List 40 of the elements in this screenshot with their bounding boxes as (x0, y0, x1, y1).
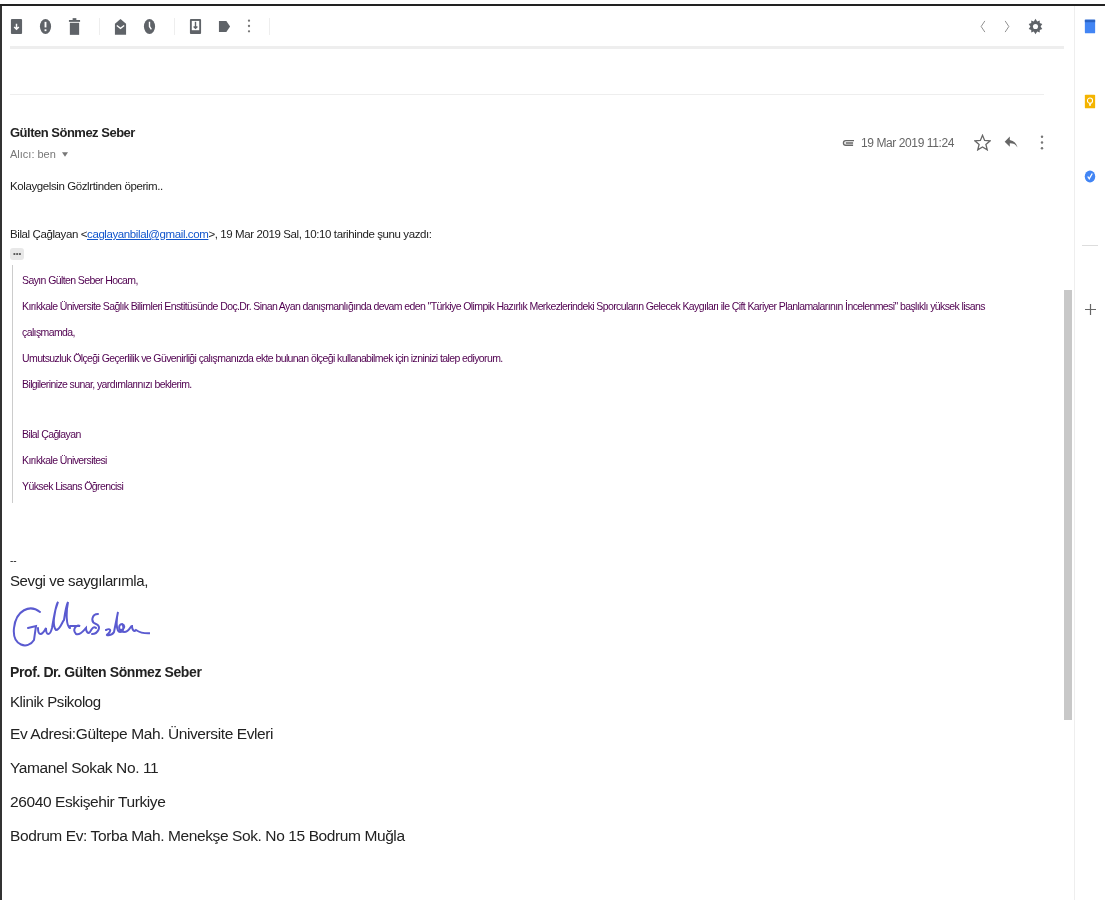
email-link[interactable]: caglayanbilal@gmail.com (87, 228, 209, 240)
archive-icon[interactable] (10, 17, 23, 35)
previous-icon[interactable] (979, 19, 987, 33)
show-trimmed-button[interactable]: ••• (10, 248, 25, 260)
recipient-label: Alıcı: ben (10, 148, 56, 160)
trash-icon[interactable] (68, 17, 81, 35)
quoted-text: Bilgilerinize sunar, yardımlarınızı beklerim. (22, 377, 192, 392)
closing-text: Sevgi ve saygılarımla, (10, 571, 148, 591)
signature-title: Klinik Psikolog (10, 692, 101, 712)
address-line: Yamanel Sokak No. 11 (10, 758, 159, 778)
quoted-signature-line: Yüksek Lisans Öğrencisi (22, 479, 124, 494)
envelope-icon[interactable] (114, 17, 127, 35)
calendar-icon[interactable] (1084, 18, 1096, 35)
quoted-signature-line: Kırıkkale Üniversitesi (22, 453, 107, 468)
quoted-text: Sayın Gülten Seber Hocam, (22, 273, 138, 288)
sender-name: Gülten Sönmez Seber (10, 125, 135, 140)
dropdown-icon[interactable] (61, 151, 68, 157)
signature-name: Prof. Dr. Gülten Sönmez Seber (10, 663, 202, 682)
attachment-icon (841, 137, 855, 148)
quoted-text: Kırıkkale Üniversite Sağlık Bilimleri Enstitüsünde Doç.Dr. Sinan Ayan danışmanlığında devam eden "Türkiye Olimpik Hazırlık Merkezlerindeki Sporcuların Gelecek Kaygıları ile Çift Kariyer Planlamalarının İncelenmesi" başlıklı yüksek lisans çalışmamda, (22, 299, 986, 340)
address-line: Bodrum Ev: Torba Mah. Menekşe Sok. No 15 Bodrum Muğla (10, 826, 405, 846)
settings-icon[interactable] (1027, 17, 1044, 35)
add-icon[interactable] (1084, 304, 1096, 315)
clock-icon[interactable] (143, 17, 156, 35)
quoted-text: Umutsuzluk Ölçeği Geçerlilik ve Güvenirliği çalışmanızda ekte bulunan ölçeği kullanabilmek için izninizi talep ediyorum. (22, 351, 503, 366)
more-icon[interactable] (1040, 134, 1044, 151)
star-icon[interactable] (974, 134, 991, 151)
message-date: 19 Mar 2019 11:24 (860, 135, 954, 150)
signature-separator: -- (10, 555, 17, 566)
scrollbar-thumb[interactable] (1064, 290, 1072, 720)
move-icon[interactable] (189, 17, 202, 35)
quote-attribution: Bilal Çağlayan <caglayanbilal@gmail.com>, 19 Mar 2019 Sal, 10:10 tarihinde şunu yazdı: (10, 228, 432, 240)
spam-icon[interactable] (39, 17, 52, 35)
quoted-signature-line: Bilal Çağlayan (22, 427, 81, 442)
next-icon[interactable] (1003, 19, 1011, 33)
address-line: 26040 Eskişehir Turkiye (10, 792, 166, 812)
more-icon[interactable] (247, 18, 251, 34)
tasks-icon[interactable] (1084, 168, 1096, 185)
message-text: Kolaygelsin Gözlrtinden öperim.. (10, 180, 163, 192)
address-line: Ev Adresi:Gültepe Mah. Üniversite Evleri (10, 724, 274, 744)
